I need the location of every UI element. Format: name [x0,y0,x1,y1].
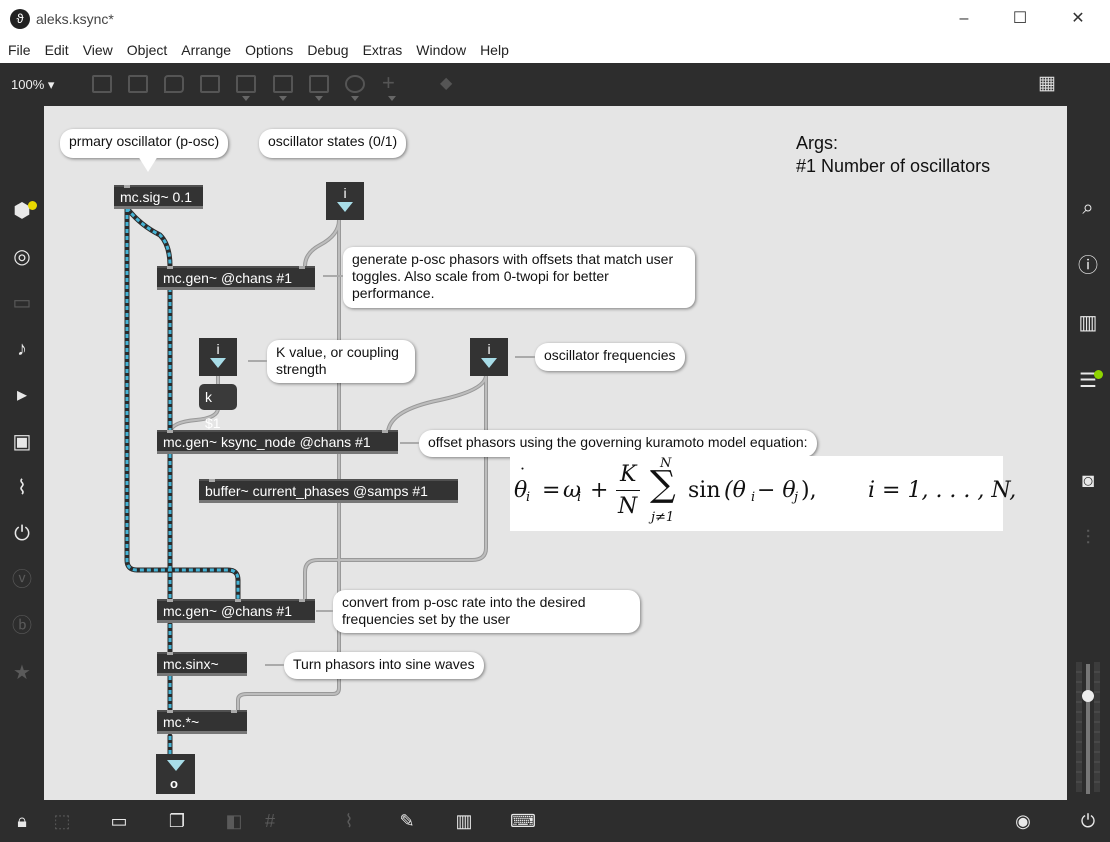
eq-sub-i2: i [577,490,582,505]
windows-icon[interactable]: ❐ [165,810,189,832]
eq-sub-i3: i [751,490,756,505]
message-k[interactable]: k $1 [199,384,237,431]
number-box-states[interactable]: i [326,182,364,220]
number-box-value: i [343,185,347,201]
eq-sum: ∑ [650,464,676,505]
eq-sub-i: i [526,490,531,505]
object-label: buffer~ current_phases @samps #1 [205,483,428,499]
object-buffer[interactable]: buffer~ current_phases @samps #1 [199,479,458,503]
triangle-icon [210,358,226,368]
piano-icon[interactable]: ▥ [452,810,476,832]
object-label: mc.gen~ @chans #1 [163,270,293,286]
eq-close: ), [801,478,817,503]
eq-sum-bottom: j≠1 [651,510,675,525]
play-icon[interactable]: ◉ [1011,810,1035,832]
lock-icon[interactable]: 🔒︎ [10,810,34,832]
args-description: #1 Number of oscillators [796,156,991,176]
number-box-value: i [216,341,220,357]
object-label: mc.gen~ @chans #1 [163,603,293,619]
number-box-freq[interactable]: i [470,338,508,376]
speaker-icon [167,760,185,771]
select-icon: ⬚ [53,811,71,831]
wrench-icon[interactable]: ✎ [395,810,419,832]
power-icon[interactable]: ⏻ [1076,810,1100,832]
triangle-icon [337,202,353,212]
eq-minus: − θ [757,478,796,503]
presentation-icon[interactable]: ▭ [107,810,131,832]
eq-sub-j: j [794,490,799,505]
triangle-icon [481,358,497,368]
bottom-toolbar: 🔒︎ ⬚ ▭ ❐ ◧ # ⌇ ✎ ▥ ⌨ ◉ ⏻ [0,800,1110,842]
hide-icon: ◧ [225,811,243,831]
number-box-value: i [487,341,491,357]
object-mc-sig[interactable]: mc.sig~ 0.1 [114,185,203,209]
eq-equals: = [542,478,561,503]
object-mc-sinx[interactable]: mc.sinx~ [157,652,247,676]
eq-fraction-bar [616,490,640,491]
object-mc-gen-2[interactable]: mc.gen~ @chans #1 [157,599,315,623]
object-mc-gen-1[interactable]: mc.gen~ @chans #1 [157,266,315,290]
eq-paren: (θ [724,478,746,503]
args-title: Args: [796,133,839,153]
grid-icon: # [264,811,275,831]
clip-icon: ⌇ [344,811,354,831]
eq-sin: sin [688,478,721,503]
object-label: mc.*~ [163,714,200,730]
object-mc-mult[interactable]: mc.*~ [157,710,247,734]
object-label: mc.sig~ 0.1 [120,189,192,205]
object-ksync-node[interactable]: mc.gen~ ksync_node @chans #1 [157,430,398,454]
keyboard-icon[interactable]: ⌨ [510,810,536,832]
object-label: mc.sinx~ [163,656,219,672]
eq-dot: ˙ [518,465,527,486]
eq-n: N [618,494,638,519]
eq-plus: + [590,478,609,503]
kuramoto-equation: θ ˙ i = ω i + K N N ∑ j≠1 sin (θ i − θ j… [510,456,1016,531]
eq-k: K [620,462,637,487]
args-text: Args: #1 Number of oscillators [796,132,990,178]
object-label: mc.gen~ ksync_node @chans #1 [163,434,371,450]
power-dot-icon: o [170,776,178,791]
audio-output-button[interactable]: o [156,754,195,794]
number-box-k[interactable]: i [199,338,237,376]
eq-range: i = 1, . . . , N, [868,478,1017,503]
